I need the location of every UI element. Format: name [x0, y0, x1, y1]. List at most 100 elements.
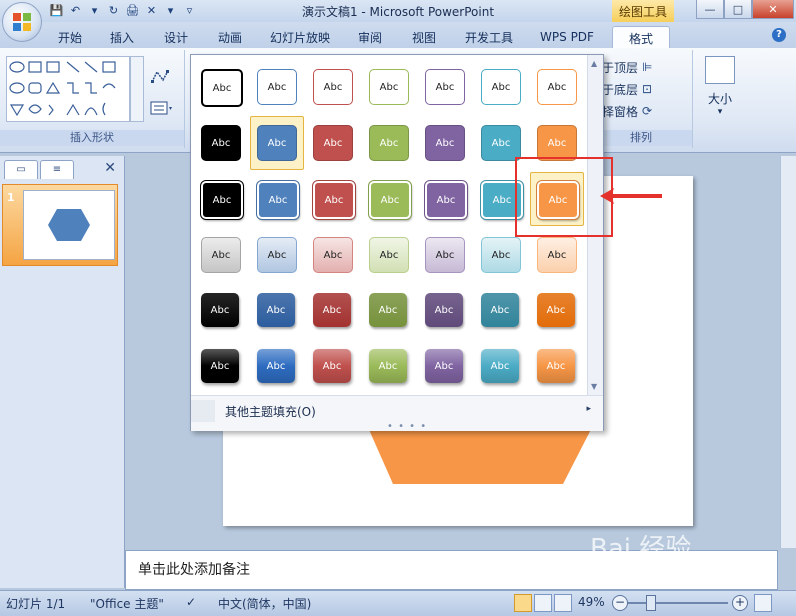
- shapes-gallery[interactable]: [6, 56, 130, 122]
- normal-view-button[interactable]: [514, 594, 532, 612]
- slideshow-button[interactable]: [554, 594, 572, 612]
- shape-style-swatch[interactable]: Abc: [369, 293, 407, 327]
- zoom-out-button[interactable]: −: [612, 595, 628, 611]
- shape-style-swatch[interactable]: Abc: [481, 69, 521, 105]
- shape-style-swatch[interactable]: Abc: [257, 293, 295, 327]
- slide-thumbnail: [23, 190, 115, 260]
- shape-style-swatch[interactable]: Abc: [481, 125, 521, 161]
- slides-panel: ▭ ≡ ✕ 1: [0, 156, 125, 588]
- ribbon-tabs: 开始 插入 设计 动画 幻灯片放映 审阅 视图 开发工具 WPS PDF 格式 …: [0, 22, 796, 49]
- shape-style-swatch[interactable]: Abc: [201, 293, 239, 327]
- rotate-icon: ⟳: [642, 104, 653, 118]
- shape-style-swatch[interactable]: Abc: [257, 349, 295, 383]
- panel-close-icon[interactable]: ✕: [104, 160, 116, 176]
- slide-count: 幻灯片 1/1: [6, 597, 66, 611]
- shape-style-swatch[interactable]: Abc: [257, 125, 297, 161]
- maximize-button[interactable]: □: [724, 0, 752, 19]
- title-bar: 💾 ↶ ▾ ↻ 🖨 ✕ ▾ ▿ 演示文稿1 - Microsoft PowerP…: [0, 0, 796, 22]
- shape-style-swatch[interactable]: Abc: [425, 69, 465, 105]
- shape-style-swatch[interactable]: Abc: [425, 181, 467, 219]
- shape-style-swatch[interactable]: Abc: [201, 125, 241, 161]
- shape-style-swatch[interactable]: Abc: [257, 69, 297, 105]
- shape-style-swatch[interactable]: Abc: [257, 237, 297, 273]
- tab-review[interactable]: 审阅: [348, 26, 392, 48]
- shape-style-swatch[interactable]: Abc: [201, 237, 241, 273]
- group-icon: ⊡: [642, 82, 653, 96]
- language: 中文(简体，中国): [218, 597, 312, 611]
- fit-to-window-button[interactable]: [754, 594, 772, 612]
- shape-style-swatch[interactable]: Abc: [481, 293, 519, 327]
- shape-style-swatch[interactable]: Abc: [201, 181, 243, 219]
- shape-style-swatch[interactable]: Abc: [313, 293, 351, 327]
- outline-tab[interactable]: ≡: [40, 160, 74, 179]
- more-theme-fills-label: 其他主题填充(O): [225, 405, 316, 419]
- shape-style-swatch[interactable]: Abc: [369, 181, 411, 219]
- scroll-up-icon[interactable]: ▲: [591, 59, 597, 68]
- shape-style-swatch[interactable]: Abc: [257, 181, 299, 219]
- zoom-in-button[interactable]: +: [732, 595, 748, 611]
- align-icon: ⊫: [642, 60, 653, 74]
- tab-view[interactable]: 视图: [402, 26, 446, 48]
- tab-slideshow[interactable]: 幻灯片放映: [262, 26, 338, 48]
- shape-style-swatch[interactable]: Abc: [313, 69, 353, 105]
- slide-thumbnail-item[interactable]: 1: [2, 184, 118, 266]
- window-controls: — □ ✕: [696, 0, 794, 19]
- minimize-button[interactable]: —: [696, 0, 724, 19]
- shape-style-swatch[interactable]: Abc: [313, 237, 353, 273]
- theme-name: "Office 主题": [90, 597, 164, 611]
- shape-style-swatch[interactable]: Abc: [313, 125, 353, 161]
- size-label: 大小: [707, 92, 732, 106]
- tab-developer[interactable]: 开发工具: [456, 26, 522, 48]
- size-dropdown-icon: ▾: [717, 107, 723, 117]
- office-button[interactable]: [2, 2, 42, 42]
- shape-style-swatch[interactable]: Abc: [425, 293, 463, 327]
- shape-style-swatch[interactable]: Abc: [537, 237, 577, 273]
- vertical-scrollbar[interactable]: [780, 156, 796, 548]
- shape-style-swatch[interactable]: Abc: [481, 237, 521, 273]
- tab-home[interactable]: 开始: [48, 26, 92, 48]
- zoom-slider-thumb[interactable]: [646, 595, 656, 611]
- insert-shapes-label: 插入形状: [0, 130, 184, 146]
- shape-style-swatch[interactable]: Abc: [537, 69, 577, 105]
- panel-tabs: ▭ ≡ ✕: [2, 158, 122, 179]
- size-icon: [705, 56, 735, 84]
- shape-style-swatch[interactable]: Abc: [201, 349, 239, 383]
- close-button[interactable]: ✕: [752, 0, 794, 19]
- help-icon[interactable]: ?: [772, 28, 786, 42]
- slides-tab[interactable]: ▭: [4, 160, 38, 179]
- shape-style-swatch[interactable]: Abc: [369, 349, 407, 383]
- shape-style-swatch[interactable]: Abc: [537, 293, 575, 327]
- shape-style-swatch[interactable]: Abc: [201, 69, 243, 107]
- more-theme-fills-menu-item[interactable]: 其他主题填充(O) ▸: [191, 400, 601, 422]
- shape-style-swatch[interactable]: Abc: [425, 237, 465, 273]
- shape-style-swatch[interactable]: Abc: [481, 349, 519, 383]
- tab-format[interactable]: 格式: [612, 26, 670, 49]
- tab-insert[interactable]: 插入: [100, 26, 144, 48]
- edit-shape-icon[interactable]: [150, 68, 170, 86]
- shape-style-swatch[interactable]: Abc: [425, 349, 463, 383]
- shape-style-swatch[interactable]: Abc: [425, 125, 465, 161]
- shape-style-swatch[interactable]: Abc: [537, 349, 575, 383]
- text-box-icon[interactable]: [150, 100, 174, 116]
- shapes-scrollbar[interactable]: [130, 56, 144, 122]
- menu-icon-strip: [191, 400, 215, 422]
- watermark: Bai 经验: [590, 534, 692, 564]
- thumbnail-hexagon-icon: [48, 209, 90, 241]
- tab-design[interactable]: 设计: [154, 26, 198, 48]
- notes-placeholder: 单击此处添加备注: [138, 562, 250, 578]
- spell-check-icon[interactable]: ✓: [186, 595, 196, 609]
- size-button[interactable]: 大小 ▾: [702, 54, 738, 130]
- shape-style-swatch[interactable]: Abc: [313, 349, 351, 383]
- zoom-slider-track[interactable]: [628, 602, 728, 604]
- slide-sorter-button[interactable]: [534, 594, 552, 612]
- scroll-down-icon[interactable]: ▼: [591, 382, 597, 391]
- resize-gripper[interactable]: • • • •: [387, 421, 427, 432]
- tab-animation[interactable]: 动画: [208, 26, 252, 48]
- shape-style-swatch[interactable]: Abc: [537, 125, 577, 161]
- shape-style-swatch[interactable]: Abc: [313, 181, 355, 219]
- tab-wps-pdf[interactable]: WPS PDF: [532, 26, 602, 48]
- shape-style-swatch[interactable]: Abc: [369, 125, 409, 161]
- shape-style-swatch[interactable]: Abc: [369, 69, 409, 105]
- zoom-level[interactable]: 49%: [578, 595, 605, 609]
- shape-style-swatch[interactable]: Abc: [369, 237, 409, 273]
